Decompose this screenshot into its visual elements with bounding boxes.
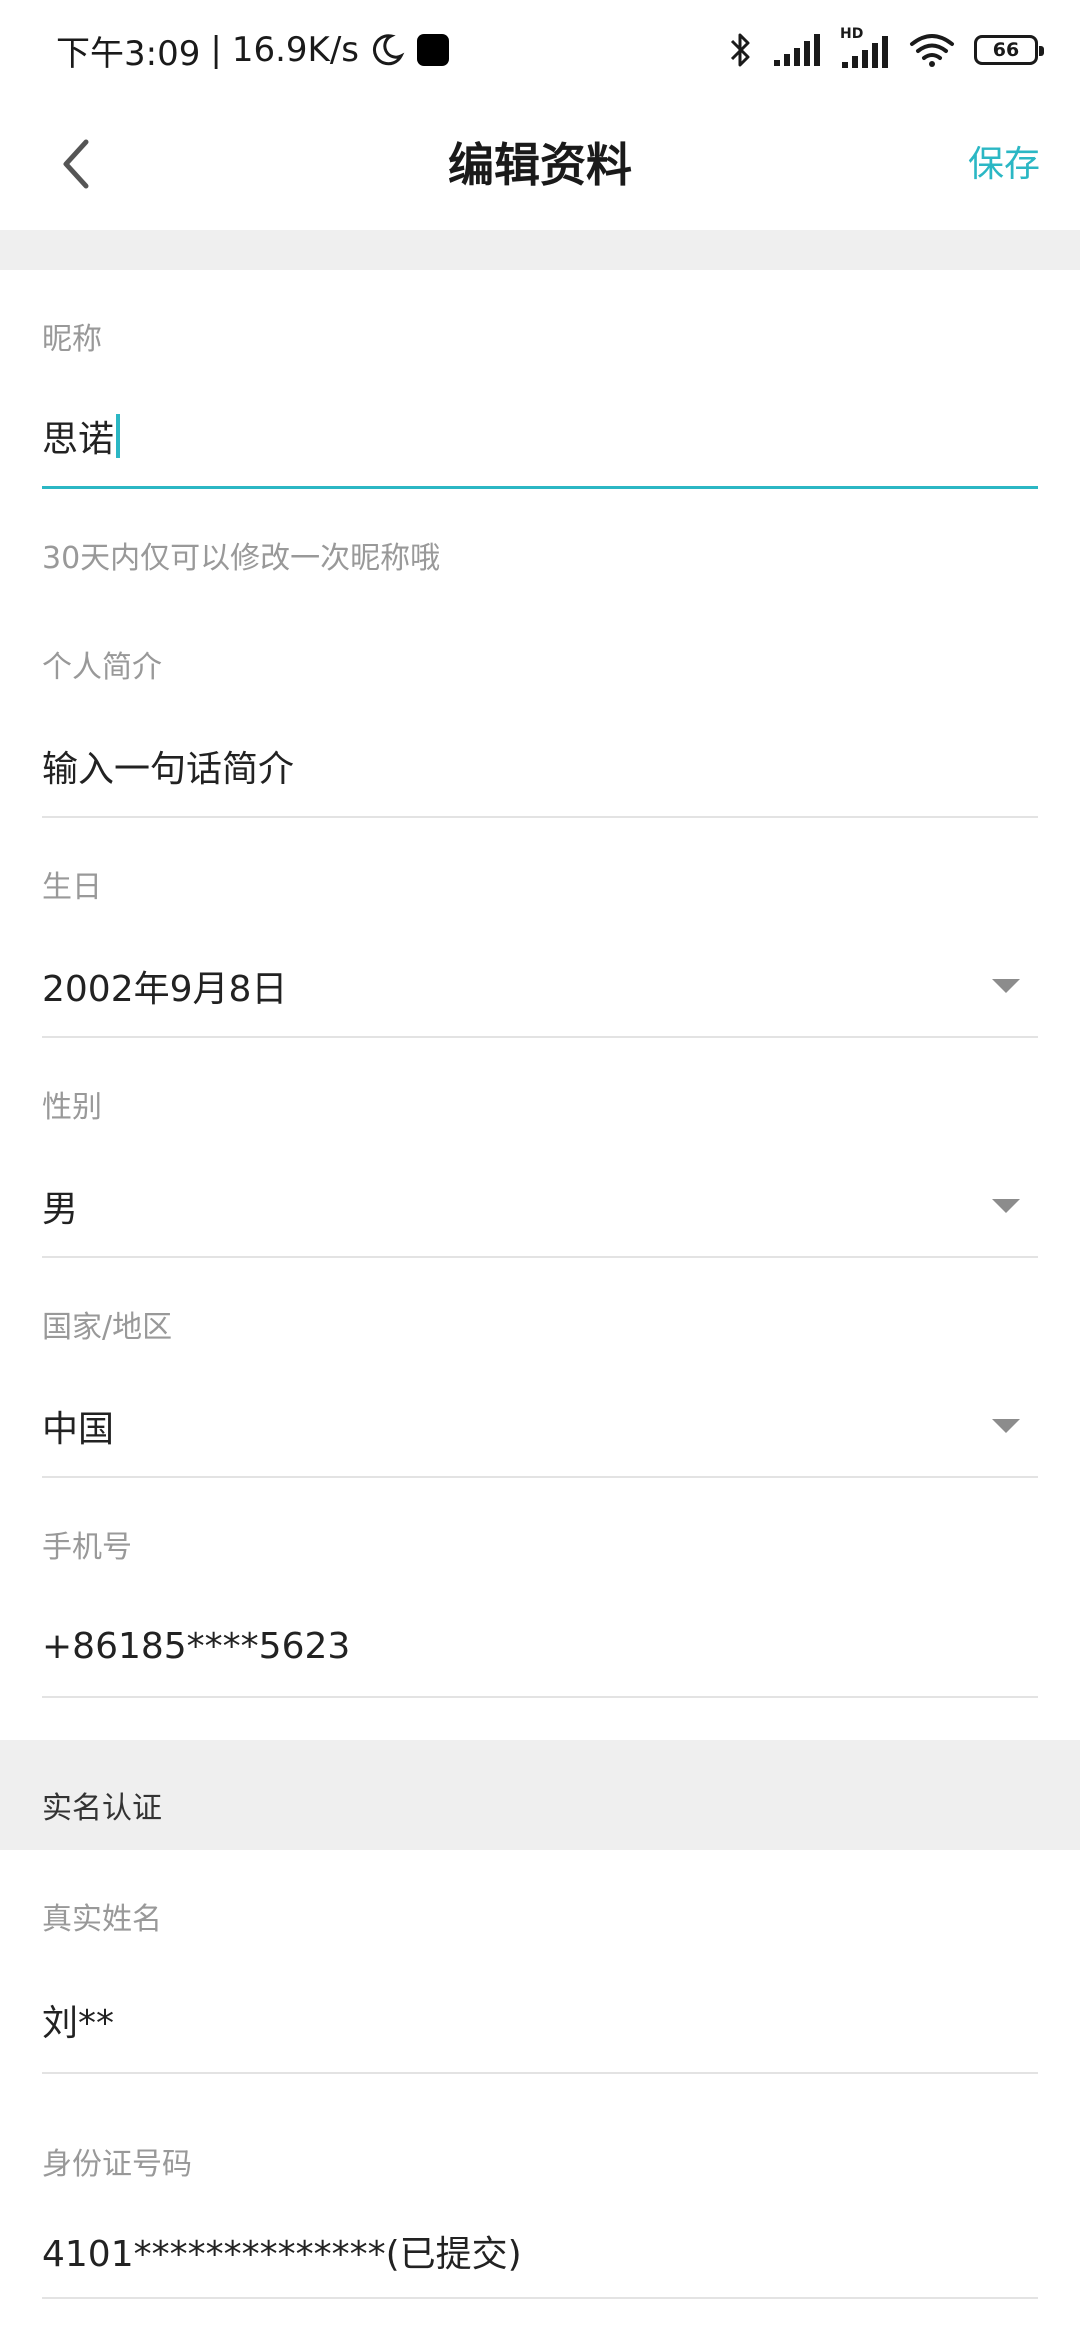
birthday-field[interactable]: 生日 2002年9月8日 [42, 820, 1038, 1040]
dropdown-arrow-icon[interactable] [992, 979, 1020, 993]
bio-field[interactable]: 个人简介 输入一句话简介 [42, 600, 1038, 820]
moon-icon [369, 32, 405, 68]
id-number-underline [42, 2297, 1038, 2299]
region-field[interactable]: 国家/地区 中国 [42, 1260, 1038, 1480]
real-name-value: 刘** [42, 1990, 114, 2050]
bio-value: 输入一句话简介 [42, 749, 295, 790]
gender-field[interactable]: 性别 男 [42, 1040, 1038, 1260]
birthday-value: 2002年9月8日 [42, 969, 288, 1010]
region-value: 中国 [42, 1409, 115, 1450]
region-select[interactable]: 中国 [42, 1396, 114, 1456]
real-name-underline [42, 2072, 1038, 2074]
id-number-text: 4101**************(已提交) [42, 2234, 522, 2275]
region-underline [42, 1476, 1038, 1478]
top-divider-band [0, 230, 1080, 270]
save-button[interactable]: 保存 [968, 100, 1040, 230]
verification-section-band [0, 1740, 1080, 1850]
bio-underline [42, 816, 1038, 818]
status-bar: 下午3:09 | 16.9K/s HD 66 [0, 0, 1080, 100]
id-number-label: 身份证号码 [42, 2147, 192, 2182]
status-left: 下午3:09 | 16.9K/s [56, 26, 451, 75]
gender-underline [42, 1256, 1038, 1258]
real-name-field: 真实姓名 刘** [42, 1850, 1038, 2074]
dropdown-arrow-icon[interactable] [992, 1419, 1020, 1433]
battery-icon: 66 [974, 35, 1044, 65]
id-number-field: 身份证号码 4101**************(已提交) [42, 2075, 1038, 2300]
edit-profile-screen: 下午3:09 | 16.9K/s HD 66 编辑资料 保存 昵称 思诺 30天… [0, 0, 1080, 2340]
gender-select[interactable]: 男 [42, 1176, 78, 1236]
phone-input[interactable]: +86185****5623 [42, 1616, 350, 1676]
birthday-label: 生日 [42, 870, 102, 905]
page-title: 编辑资料 [448, 138, 632, 192]
real-name-label: 真实姓名 [42, 1902, 162, 1937]
nickname-input[interactable]: 思诺 [42, 406, 121, 466]
nickname-field[interactable]: 昵称 思诺 [42, 270, 1038, 490]
phone-underline [42, 1696, 1038, 1698]
gender-label: 性别 [42, 1090, 102, 1125]
bio-input[interactable]: 输入一句话简介 [42, 736, 294, 796]
gender-value: 男 [42, 1189, 79, 1230]
nickname-value: 思诺 [42, 419, 115, 460]
hd-signal-icon: HD [840, 26, 890, 70]
phone-label: 手机号 [42, 1530, 132, 1565]
notification-square-icon [415, 32, 451, 68]
nickname-underline [42, 486, 1038, 489]
status-separator: | [210, 30, 222, 70]
text-caret [116, 414, 121, 458]
battery-level: 66 [992, 39, 1020, 61]
birthday-select[interactable]: 2002年9月8日 [42, 956, 287, 1016]
wifi-icon [908, 32, 956, 68]
phone-field[interactable]: 手机号 +86185****5623 [42, 1480, 1038, 1700]
bluetooth-icon [726, 30, 754, 70]
nickname-label: 昵称 [42, 322, 102, 357]
dropdown-arrow-icon[interactable] [992, 1199, 1020, 1213]
nickname-hint: 30天内仅可以修改一次昵称哦 [42, 541, 441, 576]
network-speed: 16.9K/s [231, 30, 359, 70]
header-bar: 编辑资料 保存 [0, 100, 1080, 230]
phone-value: +86185****5623 [42, 1625, 351, 1667]
bio-label: 个人简介 [42, 650, 162, 685]
region-label: 国家/地区 [42, 1310, 173, 1345]
real-name-text: 刘** [42, 2003, 115, 2044]
verification-section-title: 实名认证 [42, 1791, 162, 1826]
signal-icon [772, 32, 822, 68]
status-time: 下午3:09 [56, 33, 201, 74]
id-number-value: 4101**************(已提交) [42, 2221, 522, 2281]
birthday-underline [42, 1036, 1038, 1038]
status-right: HD 66 [726, 26, 1044, 70]
